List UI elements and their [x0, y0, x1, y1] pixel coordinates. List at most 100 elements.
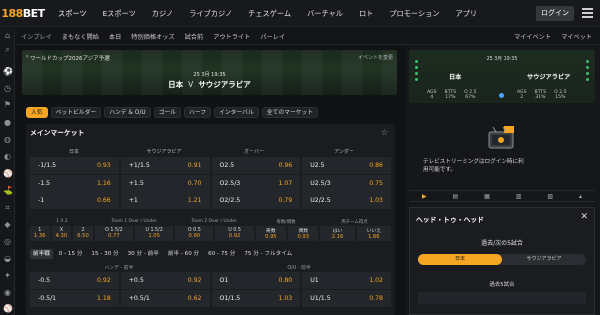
- subnav-special-odds[interactable]: 特別価格オッズ: [126, 32, 179, 41]
- cricket-icon[interactable]: ⚾: [3, 169, 13, 178]
- filter-all-markets[interactable]: 全てのマーケット: [261, 107, 319, 118]
- flag-icon[interactable]: ⚑: [3, 100, 12, 109]
- odds-cell[interactable]: 1 1.36: [30, 226, 50, 241]
- odds-cell[interactable]: 奇数 0.95: [255, 226, 287, 241]
- golf-icon[interactable]: ⛳: [3, 186, 13, 195]
- filter-interval[interactable]: インターバル: [214, 107, 259, 118]
- lineup-tab-icon[interactable]: ▥: [516, 193, 522, 200]
- nav-virtual[interactable]: バーチャル: [299, 0, 351, 27]
- odds-cell[interactable]: U2.5/3 0.75: [302, 174, 391, 192]
- favorite-star-icon[interactable]: ☆: [381, 128, 388, 137]
- subnav-outright[interactable]: アウトライト: [208, 32, 255, 41]
- scoreboard-tab-icon[interactable]: ▤: [453, 193, 459, 200]
- subnav-prematch[interactable]: 試合前: [180, 32, 209, 41]
- odds-cell[interactable]: 偶数 0.93: [288, 226, 319, 241]
- toggle-home[interactable]: 日本: [418, 254, 502, 265]
- subnav-parlay[interactable]: パーレイ: [255, 32, 290, 41]
- odds-cell[interactable]: X 4.30: [51, 226, 72, 241]
- period-60-75[interactable]: 60 - 75 分: [205, 249, 238, 259]
- nav-promotions[interactable]: プロモーション: [381, 0, 447, 27]
- odds-cell[interactable]: -1 0.66: [30, 192, 119, 209]
- play-icon[interactable]: ▶: [422, 193, 427, 200]
- odds-cell[interactable]: 2 6.50: [73, 226, 93, 241]
- brand-logo[interactable]: 188 BET: [0, 0, 46, 27]
- filter-handicap-ou[interactable]: ハンデ & O/U: [104, 107, 151, 118]
- subnav-today[interactable]: 本日: [104, 32, 126, 41]
- darts-icon[interactable]: ◎: [3, 237, 12, 246]
- badminton-icon[interactable]: ✦: [3, 271, 12, 280]
- odds-cell[interactable]: U2/2.5 1.03: [302, 192, 391, 209]
- subnav-inplay[interactable]: インプレイ: [16, 32, 57, 41]
- odds-cell[interactable]: O2.5/3 1.07: [211, 174, 301, 192]
- hamburger-menu-icon[interactable]: [582, 8, 593, 18]
- odds-cell[interactable]: U 1.5/2 1.05: [135, 226, 174, 241]
- stats-tab-icon[interactable]: ▦: [484, 193, 490, 200]
- close-icon[interactable]: ✕: [580, 212, 588, 222]
- boxing-icon[interactable]: ◆: [3, 220, 12, 229]
- nav-sports[interactable]: スポーツ: [50, 0, 95, 27]
- odds-cell[interactable]: O2/2.5 0.79: [211, 192, 301, 209]
- back-chevron-icon[interactable]: ‹: [26, 53, 28, 60]
- odds-cell[interactable]: -0.5/1 1.18: [30, 289, 119, 307]
- nav-casino[interactable]: カジノ: [144, 0, 181, 27]
- odds-cell[interactable]: O1 0.80: [211, 272, 301, 289]
- hockey-icon[interactable]: ⌗: [3, 203, 12, 212]
- period-75-ft[interactable]: 75 分 - フルタイム: [241, 249, 295, 259]
- football-icon[interactable]: ⚽: [3, 67, 13, 76]
- home-team: 日本: [168, 80, 184, 89]
- odds-cell[interactable]: U1/1.5 0.78: [302, 289, 391, 307]
- odds-cell[interactable]: +1 1.21: [120, 192, 210, 209]
- odds-cell[interactable]: +1/1.5 0.91: [120, 157, 210, 174]
- tennis-icon[interactable]: ◍: [3, 135, 12, 144]
- odds-cell[interactable]: O 0.5 0.90: [175, 226, 214, 241]
- odds-cell[interactable]: -1/1.5 0.93: [30, 157, 119, 174]
- change-event-link[interactable]: イベントを変更: [358, 54, 393, 61]
- home-icon[interactable]: ⌂: [3, 31, 12, 40]
- subnav-my-events[interactable]: マイイベント: [509, 32, 556, 41]
- nav-chess-games[interactable]: チェスゲーム: [240, 0, 299, 27]
- odds-cell[interactable]: はい 2.16: [320, 226, 355, 241]
- head-ou-first-half: O/U - 前半: [287, 266, 311, 271]
- odds-cell[interactable]: O2.5 0.96: [211, 157, 301, 174]
- odds-cell[interactable]: +0.5 0.92: [120, 272, 210, 289]
- odds-cell[interactable]: U 0.5 0.92: [215, 226, 254, 241]
- odds-cell[interactable]: -0.5 0.92: [30, 272, 119, 289]
- odds-cell[interactable]: U1 1.02: [302, 272, 391, 289]
- period-30-ht[interactable]: 30 分 - 前半: [125, 249, 162, 259]
- basketball-icon[interactable]: ●: [3, 118, 12, 127]
- scoreboard-home-team: 日本: [449, 74, 462, 81]
- info-icon[interactable]: [499, 93, 504, 98]
- filter-goals[interactable]: ゴール: [153, 107, 181, 118]
- filter-half[interactable]: ハーフ: [183, 107, 212, 118]
- snooker-icon[interactable]: ◉: [3, 288, 12, 297]
- odds-cell[interactable]: O 1.5/2 0.77: [94, 226, 133, 241]
- odds-cell[interactable]: いいえ 1.66: [356, 226, 391, 241]
- odds-cell[interactable]: +1.5 0.70: [120, 174, 210, 192]
- collapse-icon[interactable]: ▴: [579, 193, 582, 200]
- nav-lotto[interactable]: ロト: [351, 0, 381, 27]
- baseball-icon[interactable]: ⚾: [3, 304, 13, 313]
- login-button[interactable]: ログイン: [536, 6, 574, 21]
- nav-app[interactable]: アプリ: [448, 0, 486, 27]
- volleyball-icon[interactable]: ◐: [3, 152, 12, 161]
- odds-cell[interactable]: +0.5/1 0.62: [120, 289, 210, 307]
- subnav-my-bets[interactable]: マイベット: [556, 32, 597, 41]
- odds-cell[interactable]: O1/1.5 1.03: [211, 289, 301, 307]
- odds-cell[interactable]: U2.5 0.86: [302, 157, 391, 174]
- nav-esports[interactable]: Eスポーツ: [95, 0, 144, 27]
- period-0-15[interactable]: 0 - 15 分: [56, 249, 86, 259]
- period-15-30[interactable]: 15 - 30 分: [88, 249, 121, 259]
- nav-live-casino[interactable]: ライブカジノ: [181, 0, 240, 27]
- toggle-away[interactable]: サウジアラビア: [502, 254, 586, 265]
- filter-popular[interactable]: 人気: [26, 107, 48, 118]
- odds-cell[interactable]: -1.5 1.16: [30, 174, 119, 192]
- h2h-tab-icon[interactable]: ▧: [547, 193, 553, 200]
- period-first-half[interactable]: 前半戦: [30, 249, 53, 259]
- search-icon[interactable]: ⌕: [3, 45, 12, 54]
- clock-icon[interactable]: ◷: [3, 84, 12, 93]
- filter-bet-builder[interactable]: ベットビルダー: [50, 107, 102, 118]
- last-five-label: 過去5試合: [489, 282, 515, 288]
- rugby-icon[interactable]: ◒: [3, 254, 12, 263]
- period-ht-60[interactable]: 前半 - 60 分: [165, 249, 202, 259]
- subnav-starting-soon[interactable]: まもなく開始: [57, 32, 104, 41]
